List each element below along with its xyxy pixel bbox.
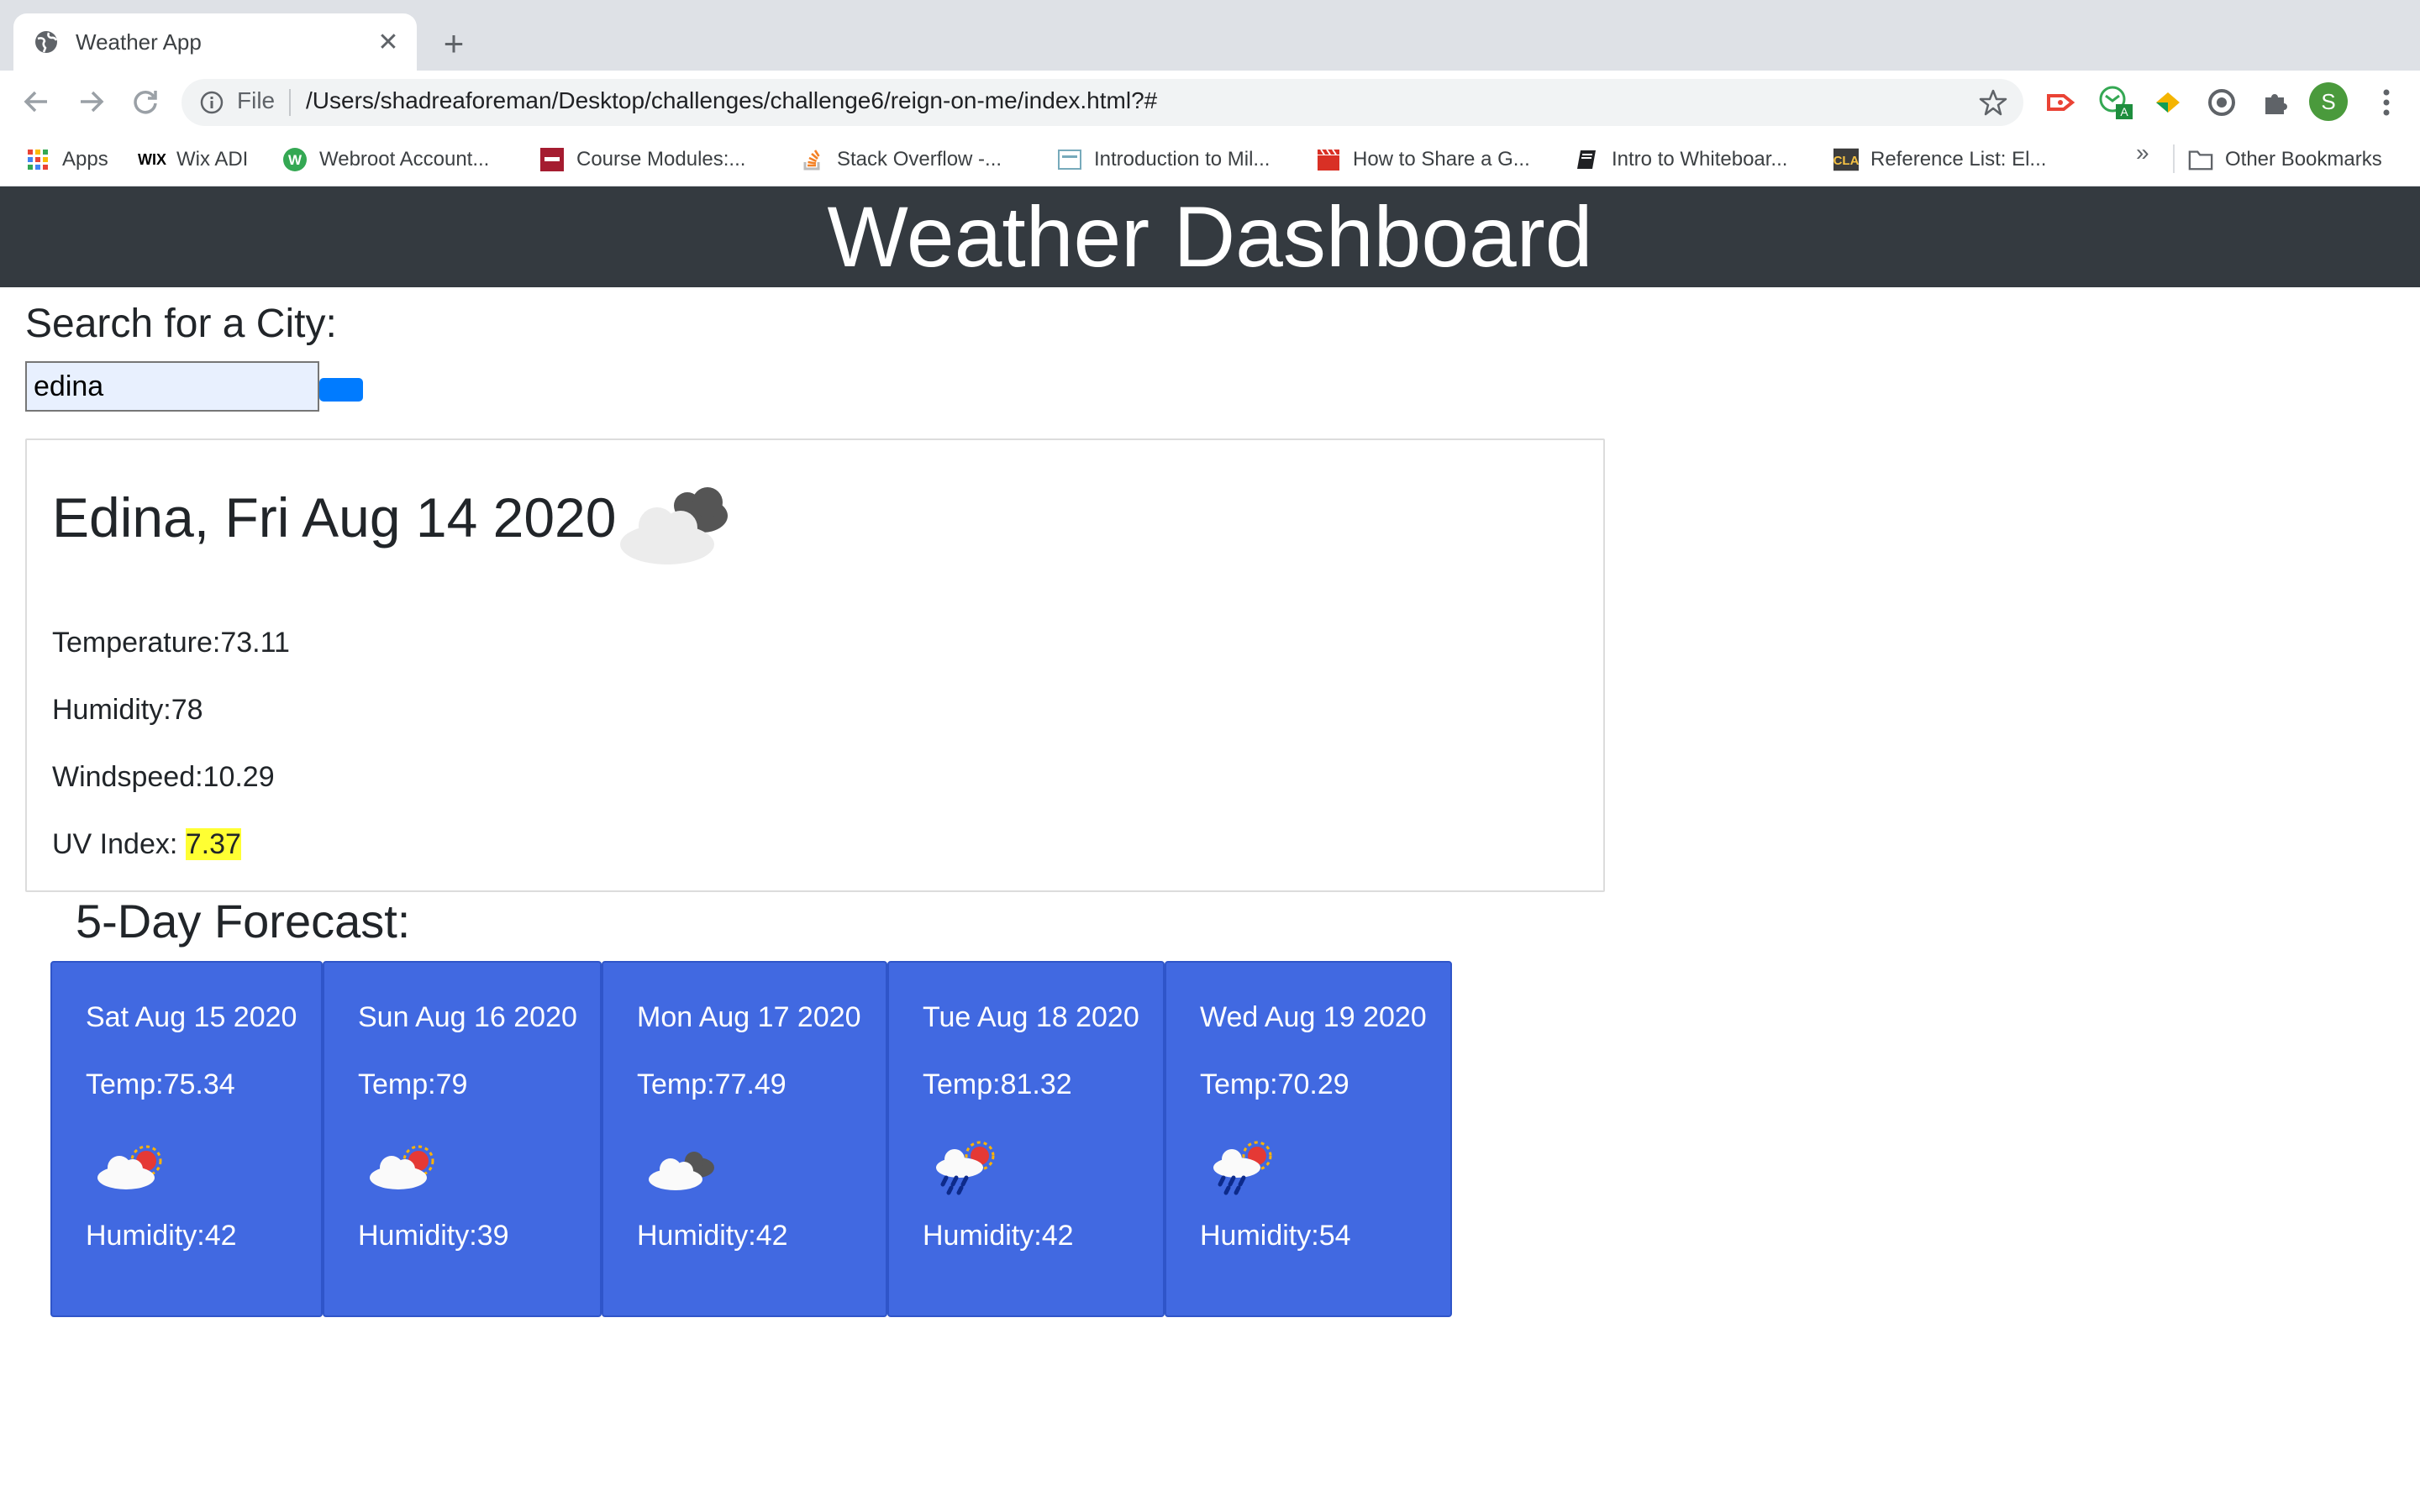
extensions-puzzle-icon[interactable] [2257,84,2294,121]
reload-icon[interactable] [126,82,165,121]
forecast-temp: Temp:81.32 [923,1068,1072,1100]
svg-text:W: W [288,152,302,168]
current-windspeed: Windspeed:10.29 [52,761,275,793]
bookmark-label: How to Share a G... [1353,148,1530,171]
bookmark-label: Stack Overflow -... [837,148,1002,171]
forecast-humidity: Humidity:42 [923,1220,1074,1252]
forecast-temp: Temp:77.49 [637,1068,786,1100]
back-icon[interactable] [17,82,55,121]
scheme-label: File [237,87,276,113]
svg-text:CLA: CLA [1833,154,1859,168]
tab-title: Weather App [76,29,202,55]
bookmark-webroot[interactable]: W Webroot Account... [282,141,489,178]
forecast-humidity: Humidity:54 [1200,1220,1351,1252]
forecast-card: Sat Aug 15 2020 Temp:75.34 Humidity:42 [50,961,323,1317]
browser-menu-icon[interactable] [2370,84,2403,121]
course-icon [539,147,565,172]
bookmark-apps[interactable]: Apps [25,141,108,178]
current-city-date: Edina, Fri Aug 14 2020 [52,486,617,549]
forecast-card: Sun Aug 16 2020 Temp:79 Humidity:39 [323,961,602,1317]
forecast-card: Mon Aug 17 2020 Temp:77.49 Humidity:42 [602,961,887,1317]
current-humidity: Humidity:78 [52,694,203,726]
apps-grid-icon [25,147,50,172]
new-tab-icon[interactable]: + [434,24,474,64]
forecast-card: Tue Aug 18 2020 Temp:81.32 Humidity:42 [887,961,1165,1317]
bookmark-label: Apps [62,148,108,171]
omnibox-divider [289,89,291,116]
globe-icon [34,29,59,55]
uv-label: UV Index: [52,828,186,860]
webroot-icon: W [282,147,308,172]
bookmark-label: Webroot Account... [319,148,490,171]
bookmark-course-modules[interactable]: Course Modules:... [539,141,745,178]
close-tab-icon[interactable]: ✕ [371,25,405,59]
bookmarks-overflow-button[interactable]: » [2136,139,2149,166]
bookmark-stack-overflow[interactable]: Stack Overflow -... [800,141,1002,178]
address-bar[interactable]: File /Users/shadreaforeman/Desktop/chall… [182,79,2023,126]
cla-icon: CLA [1833,147,1859,172]
forecast-date: Sat Aug 15 2020 [86,1001,297,1033]
wix-icon: WIX [138,150,166,168]
book-icon [1575,147,1600,172]
bookmark-share[interactable]: How to Share a G... [1316,141,1530,178]
extension-red-icon[interactable] [2042,84,2079,121]
bookmark-label: Intro to Whiteboar... [1612,148,1788,171]
browser-tab[interactable]: Weather App ✕ [13,13,417,71]
folder-icon [2188,147,2213,172]
bookmark-star-icon[interactable] [1978,87,2008,118]
search-button[interactable] [319,378,363,402]
forecast-title: 5-Day Forecast: [76,895,411,948]
few-clouds-icon [366,1139,442,1198]
forecast-card: Wed Aug 19 2020 Temp:70.29 Humidity:54 [1165,961,1452,1317]
broken-clouds-icon [610,477,736,570]
other-bookmarks[interactable]: Other Bookmarks [2188,141,2382,178]
city-search-input[interactable] [25,361,319,412]
other-bookmarks-label: Other Bookmarks [2225,148,2382,171]
extension-diamond-icon[interactable] [2149,84,2186,121]
forward-icon[interactable] [72,82,111,121]
forecast-date: Wed Aug 19 2020 [1200,1001,1427,1033]
stackoverflow-icon [800,147,825,172]
search-label: Search for a City: [25,302,337,346]
bookmark-label: Introduction to Mil... [1094,148,1270,171]
svg-text:A: A [2120,105,2128,118]
info-icon[interactable] [198,89,225,116]
extension-circle-icon[interactable] [2203,84,2240,121]
bookmark-label: Wix ADI [176,148,249,171]
bookmark-introduction[interactable]: Introduction to Mil... [1057,141,1270,178]
bookmark-whiteboard[interactable]: Intro to Whiteboar... [1575,141,1787,178]
bookmark-reference-list[interactable]: CLA Reference List: El... [1833,141,2046,178]
extension-mail-icon[interactable]: A [2097,84,2134,121]
page-header: Weather Dashboard [0,186,2420,287]
few-clouds-icon [94,1139,170,1198]
career-icon [1057,147,1082,172]
clapper-icon [1316,147,1341,172]
forecast-humidity: Humidity:42 [86,1220,237,1252]
forecast-date: Mon Aug 17 2020 [637,1001,861,1033]
bookmarks-divider [2173,144,2175,173]
page-title: Weather Dashboard [827,189,1593,285]
rain-icon [1208,1139,1284,1198]
current-uv-index: UV Index: 7.37 [52,828,241,861]
forecast-date: Tue Aug 18 2020 [923,1001,1139,1033]
url-text[interactable]: /Users/shadreaforeman/Desktop/challenges… [306,87,1157,114]
rain-icon [931,1139,1007,1198]
forecast-humidity: Humidity:42 [637,1220,788,1252]
bookmark-wix[interactable]: WIX Wix ADI [138,141,249,178]
forecast-humidity: Humidity:39 [358,1220,509,1252]
forecast-temp: Temp:79 [358,1068,468,1100]
bookmark-label: Course Modules:... [576,148,746,171]
broken-clouds-icon [645,1139,721,1198]
bookmark-label: Reference List: El... [1870,148,2047,171]
forecast-temp: Temp:75.34 [86,1068,235,1100]
uv-value-badge: 7.37 [185,828,241,860]
forecast-date: Sun Aug 16 2020 [358,1001,577,1033]
current-temperature: Temperature:73.11 [52,627,290,659]
profile-avatar[interactable]: S [2309,82,2348,121]
forecast-temp: Temp:70.29 [1200,1068,1349,1100]
